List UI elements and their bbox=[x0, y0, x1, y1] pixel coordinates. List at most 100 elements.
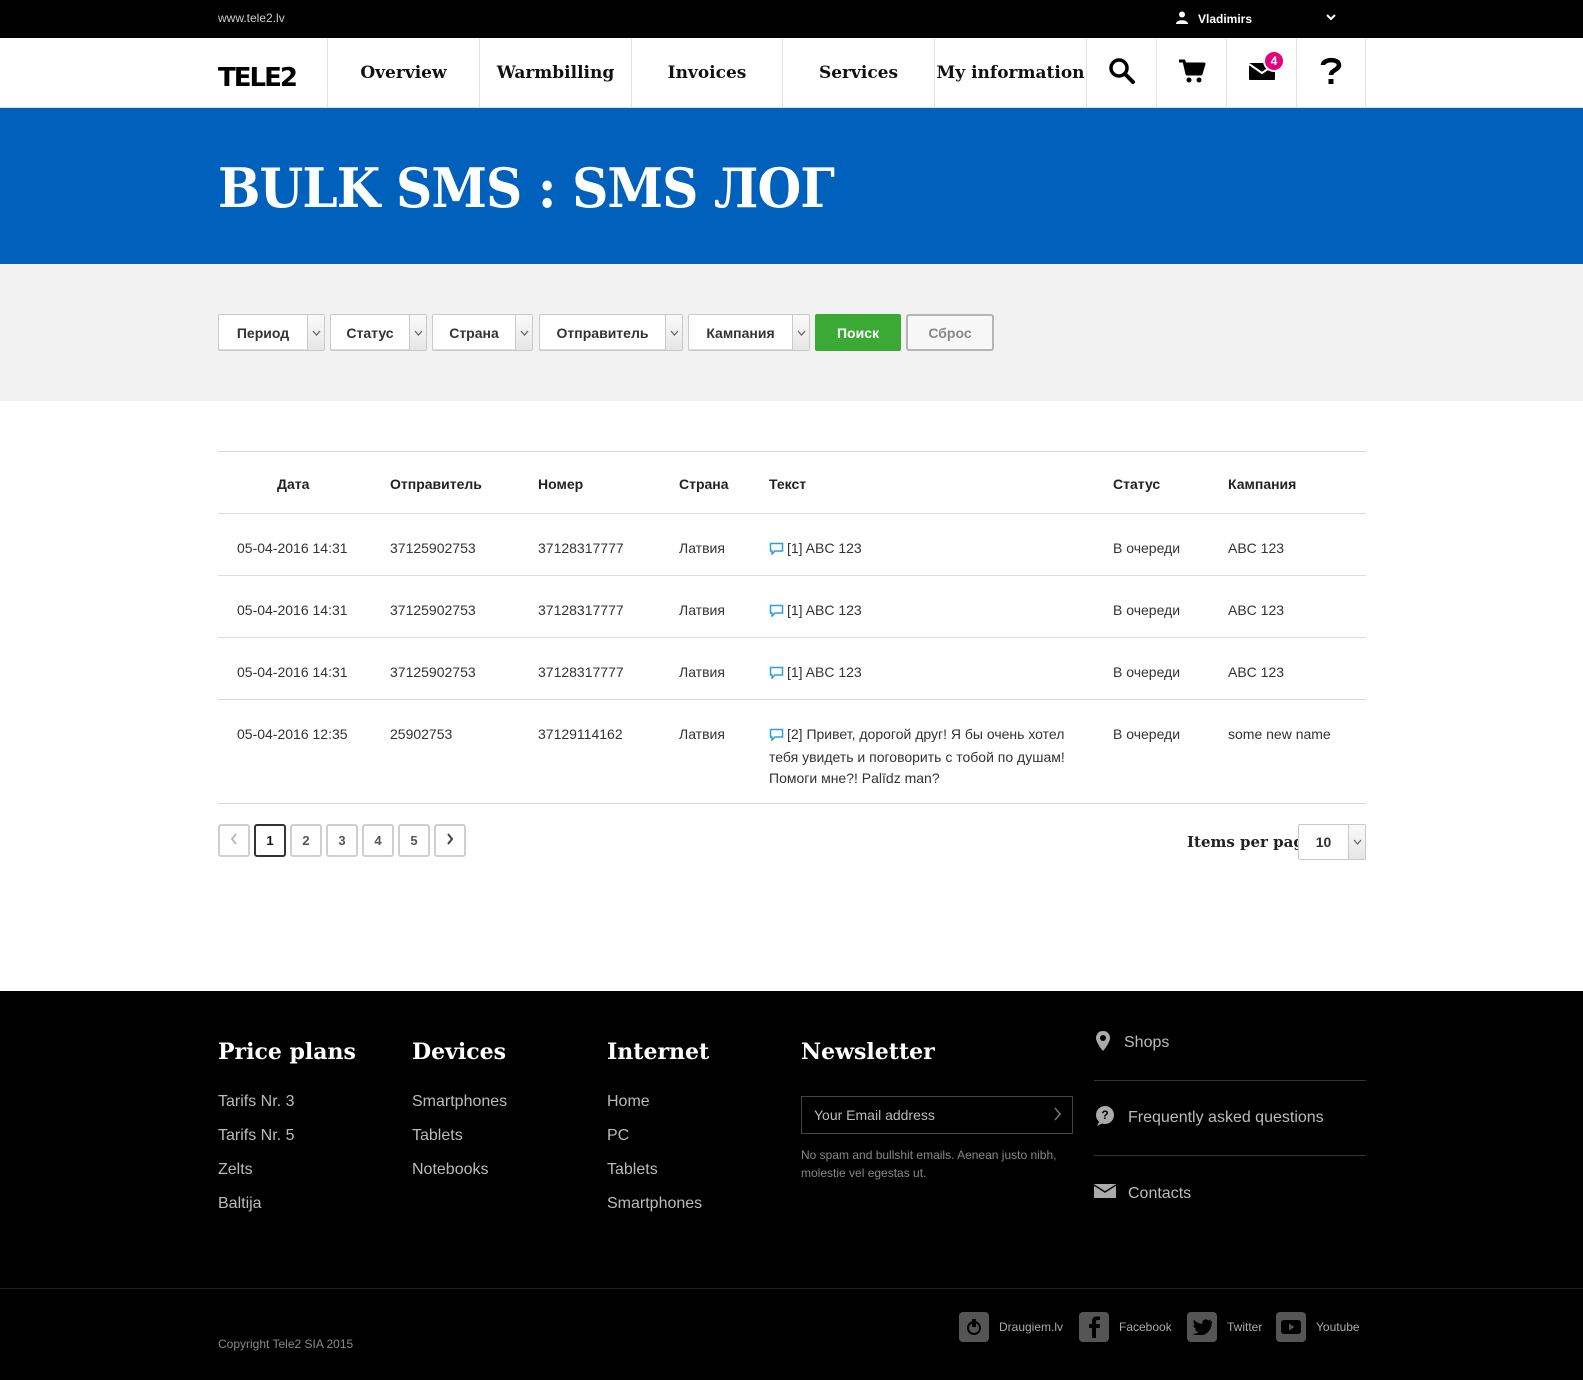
filter-bar: Период Статус Страна Отправитель Кампани… bbox=[0, 264, 1583, 401]
social-youtube[interactable]: Youtube bbox=[1276, 1310, 1360, 1344]
search-submit-button[interactable]: Поиск bbox=[815, 314, 901, 351]
footer-col-internet: Internet Home PC Tablets Smartphones bbox=[607, 1039, 709, 1229]
col-country[interactable]: Страна bbox=[679, 476, 729, 492]
col-date[interactable]: Дата bbox=[277, 476, 309, 492]
footer-link-contacts[interactable]: Contacts bbox=[1093, 1156, 1366, 1231]
table-row[interactable]: 05-04-2016 14:31 37125902753 37128317777… bbox=[218, 514, 1366, 576]
facebook-icon bbox=[1079, 1312, 1109, 1342]
nav-overview[interactable]: Overview bbox=[327, 38, 479, 108]
footer-link[interactable]: Tarifs Nr. 5 bbox=[218, 1127, 356, 1146]
search-button[interactable] bbox=[1086, 38, 1156, 108]
nav-services[interactable]: Services bbox=[782, 38, 934, 108]
site-url[interactable]: www.tele2.lv bbox=[218, 11, 285, 25]
page-title: BULK SMS : SMS ЛОГ bbox=[218, 156, 835, 220]
help-button[interactable] bbox=[1296, 38, 1366, 108]
col-sender[interactable]: Отправитель bbox=[390, 476, 482, 492]
page-button-3[interactable]: 3 bbox=[326, 824, 358, 857]
sender-select[interactable]: Отправитель bbox=[539, 314, 683, 351]
footer-link[interactable]: Home bbox=[607, 1093, 709, 1112]
chevron-down-icon[interactable] bbox=[1326, 10, 1336, 24]
table-row[interactable]: 05-04-2016 14:31 37125902753 37128317777… bbox=[218, 576, 1366, 638]
cell-country: Латвия bbox=[679, 726, 725, 742]
nav-warmbilling[interactable]: Warmbilling bbox=[479, 38, 631, 108]
items-per-page-select[interactable]: 10 bbox=[1298, 824, 1366, 860]
youtube-icon bbox=[1276, 1312, 1306, 1342]
pagination: 1 2 3 4 5 bbox=[218, 824, 466, 858]
message-icon bbox=[769, 540, 784, 561]
footer-col-price-plans: Price plans Tarifs Nr. 3 Tarifs Nr. 5 Ze… bbox=[218, 1039, 356, 1229]
cart-button[interactable] bbox=[1156, 38, 1226, 108]
footer-link-label: Shops bbox=[1124, 1034, 1170, 1051]
user-name: Vladimirs bbox=[1198, 12, 1253, 26]
newsletter-note: No spam and bullshit emails. Aenean just… bbox=[801, 1148, 1057, 1180]
chevron-right-icon[interactable] bbox=[1054, 1107, 1062, 1126]
chevron-down-icon bbox=[409, 315, 426, 350]
table-row[interactable]: 05-04-2016 12:35 25902753 37129114162 Ла… bbox=[218, 700, 1366, 804]
status-select[interactable]: Статус bbox=[330, 314, 427, 351]
search-icon bbox=[1108, 57, 1136, 90]
col-status[interactable]: Статус bbox=[1113, 476, 1160, 492]
page-button-1[interactable]: 1 bbox=[254, 824, 286, 857]
next-page-button[interactable] bbox=[434, 824, 466, 857]
cell-date: 05-04-2016 14:31 bbox=[237, 664, 348, 680]
table-row[interactable]: 05-04-2016 14:31 37125902753 37128317777… bbox=[218, 638, 1366, 700]
top-utility-bar: www.tele2.lv Vladimirs bbox=[0, 0, 1583, 38]
social-draugiem[interactable]: Draugiem.lv bbox=[959, 1310, 1063, 1344]
cell-date: 05-04-2016 12:35 bbox=[237, 726, 348, 742]
period-select-label: Период bbox=[236, 324, 290, 341]
message-icon bbox=[769, 602, 784, 623]
cell-sender: 37125902753 bbox=[390, 664, 476, 680]
footer-link[interactable]: PC bbox=[607, 1127, 709, 1146]
footer-col-title: Devices bbox=[412, 1039, 506, 1065]
footer-link[interactable]: Baltija bbox=[218, 1195, 356, 1214]
col-number[interactable]: Номер bbox=[538, 476, 583, 492]
col-campaign[interactable]: Кампания bbox=[1228, 476, 1296, 492]
footer-link[interactable]: Tablets bbox=[607, 1161, 709, 1180]
user-menu[interactable]: Vladimirs bbox=[1176, 10, 1336, 28]
country-select[interactable]: Страна bbox=[432, 314, 533, 351]
sms-log-table: Дата Отправитель Номер Страна Текст Стат… bbox=[218, 451, 1366, 804]
tele2-logo[interactable]: TELE2 bbox=[218, 54, 310, 93]
chevron-left-icon bbox=[230, 833, 238, 848]
country-select-label: Страна bbox=[449, 324, 499, 341]
social-label: Twitter bbox=[1227, 1320, 1263, 1334]
footer-link-shops[interactable]: Shops bbox=[1094, 1006, 1366, 1081]
page-button-2[interactable]: 2 bbox=[290, 824, 322, 857]
user-icon bbox=[1176, 11, 1188, 27]
col-text[interactable]: Текст bbox=[769, 476, 806, 492]
nav-my-information[interactable]: My information bbox=[934, 38, 1086, 108]
campaign-select-label: Кампания bbox=[706, 324, 775, 341]
footer-link[interactable]: Smartphones bbox=[412, 1093, 507, 1112]
message-icon bbox=[769, 726, 784, 747]
prev-page-button[interactable] bbox=[218, 824, 250, 857]
cell-sender: 25902753 bbox=[390, 726, 453, 742]
table-header: Дата Отправитель Номер Страна Текст Стат… bbox=[218, 451, 1366, 514]
footer-link[interactable]: Smartphones bbox=[607, 1195, 709, 1214]
period-select[interactable]: Период bbox=[218, 314, 325, 351]
footer-link[interactable]: Tarifs Nr. 3 bbox=[218, 1093, 356, 1112]
items-per-page-value: 10 bbox=[1315, 834, 1332, 850]
page-banner: BULK SMS : SMS ЛОГ bbox=[0, 108, 1583, 264]
reset-button[interactable]: Сброс bbox=[906, 314, 994, 351]
newsletter-email-field[interactable] bbox=[801, 1096, 1073, 1134]
page-button-4[interactable]: 4 bbox=[362, 824, 394, 857]
social-twitter[interactable]: Twitter bbox=[1187, 1310, 1262, 1344]
sender-select-label: Отправитель bbox=[556, 324, 649, 341]
social-facebook[interactable]: Facebook bbox=[1079, 1310, 1172, 1344]
chevron-down-icon bbox=[792, 315, 809, 350]
campaign-select[interactable]: Кампания bbox=[688, 314, 810, 351]
messages-badge: 4 bbox=[1263, 50, 1285, 72]
cell-text-value: [1] ABC 123 bbox=[787, 664, 862, 680]
footer-link-faq[interactable]: ? Frequently asked questions bbox=[1094, 1081, 1366, 1156]
footer-link[interactable]: Zelts bbox=[218, 1161, 356, 1180]
messages-button[interactable]: 4 bbox=[1226, 38, 1296, 108]
social-label: Youtube bbox=[1316, 1320, 1360, 1334]
svg-text:TELE2: TELE2 bbox=[218, 63, 296, 90]
nav-invoices[interactable]: Invoices bbox=[631, 38, 782, 108]
newsletter-email-input[interactable] bbox=[814, 1105, 1034, 1125]
chevron-down-icon bbox=[665, 315, 682, 350]
footer-link[interactable]: Notebooks bbox=[412, 1161, 507, 1180]
page-button-5[interactable]: 5 bbox=[398, 824, 430, 857]
footer-link[interactable]: Tablets bbox=[412, 1127, 507, 1146]
status-select-label: Статус bbox=[346, 324, 394, 341]
